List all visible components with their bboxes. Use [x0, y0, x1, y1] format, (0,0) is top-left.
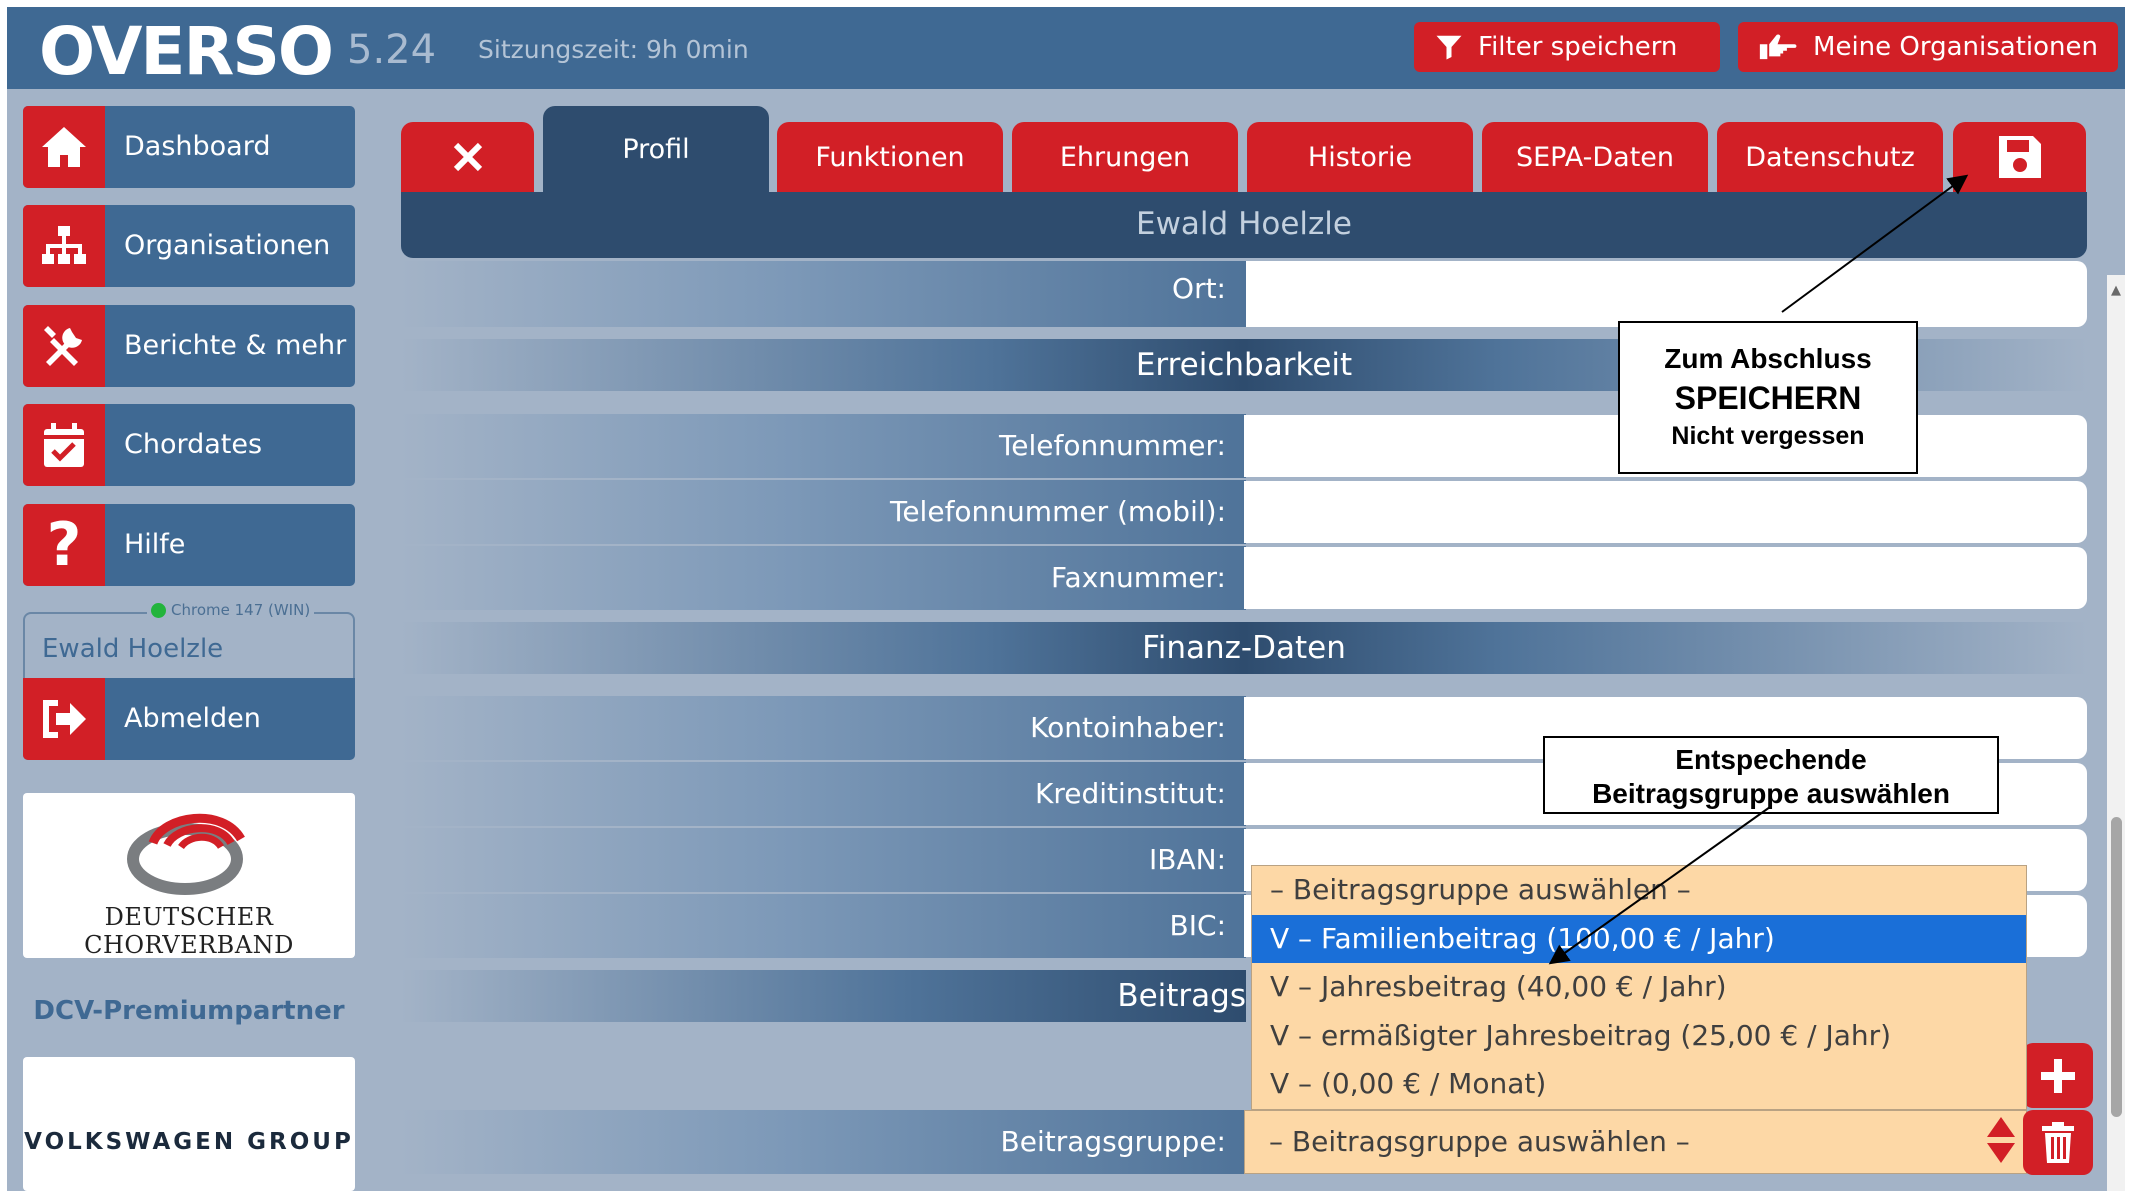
arrow-to-option — [1548, 806, 1771, 965]
scrollbar-thumb[interactable] — [2111, 817, 2122, 1117]
arrow-to-save — [1781, 174, 1969, 313]
annotation-arrows — [1548, 174, 1969, 965]
app-window: OVERSO 5.24 Sitzungszeit: 9h 0min Filter… — [7, 7, 2125, 1191]
scroll-up-arrow-icon[interactable]: ▲ — [2111, 283, 2121, 298]
